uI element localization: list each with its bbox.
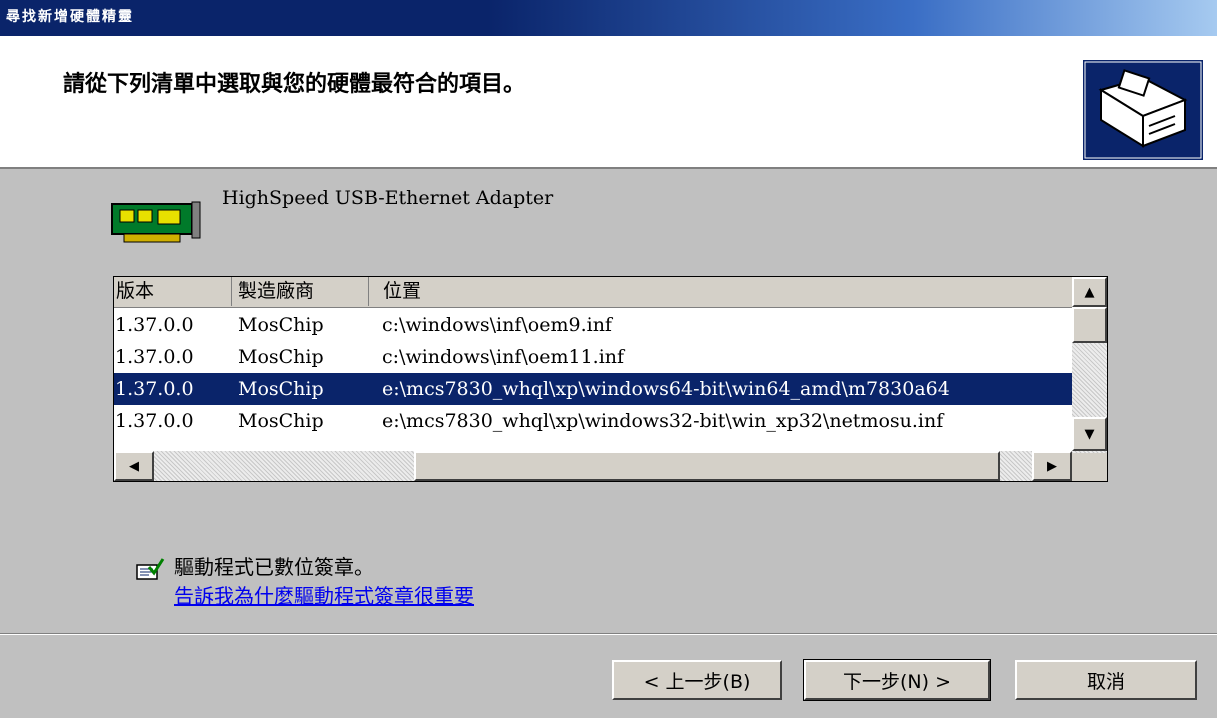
wizard-header: 請從下列清單中選取與您的硬體最符合的項目。 <box>0 36 1217 169</box>
driver-version: 1.37.0.0 <box>115 346 194 368</box>
driver-row-selected[interactable]: 1.37.0.0 MosChip e:\mcs7830_whql\xp\wind… <box>114 373 1072 405</box>
signed-driver-icon <box>135 557 165 587</box>
driver-version: 1.37.0.0 <box>115 410 194 432</box>
driver-location: e:\mcs7830_whql\xp\windows32-bit\win_xp3… <box>382 410 944 432</box>
driver-location: c:\windows\inf\oem9.inf <box>382 314 612 336</box>
scrollbar-corner <box>1072 453 1107 481</box>
driver-manufacturer: MosChip <box>238 410 324 432</box>
vertical-scroll-thumb[interactable] <box>1072 307 1107 343</box>
column-header-version[interactable]: 版本 <box>114 277 232 306</box>
column-header-manufacturer[interactable]: 製造廠商 <box>232 277 369 306</box>
scroll-left-arrow-icon[interactable]: ◀ <box>114 451 154 481</box>
signature-status: 驅動程式已數位簽章。 <box>174 555 374 579</box>
cancel-button[interactable]: 取消 <box>1015 660 1197 700</box>
vertical-scrollbar[interactable]: ▲ ▼ <box>1072 277 1107 453</box>
driver-row[interactable]: 1.37.0.0 MosChip e:\mcs7830_whql\xp\wind… <box>114 405 1072 437</box>
title-bar: 尋找新增硬體精靈 <box>0 0 1217 36</box>
driver-manufacturer: MosChip <box>238 378 324 400</box>
scroll-down-arrow-icon[interactable]: ▼ <box>1072 417 1107 451</box>
scroll-up-arrow-icon[interactable]: ▲ <box>1072 277 1107 307</box>
device-name: HighSpeed USB-Ethernet Adapter <box>222 187 554 209</box>
window-title: 尋找新增硬體精靈 <box>6 9 134 25</box>
network-card-icon <box>110 200 202 250</box>
page-instruction: 請從下列清單中選取與您的硬體最符合的項目。 <box>63 72 526 97</box>
driver-row[interactable]: 1.37.0.0 MosChip c:\windows\inf\oem9.inf <box>114 309 1072 341</box>
driver-manufacturer: MosChip <box>238 314 324 336</box>
driver-location: e:\mcs7830_whql\xp\windows64-bit\win64_a… <box>382 378 950 400</box>
horizontal-scroll-thumb[interactable] <box>414 451 1000 481</box>
signature-info-link[interactable]: 告訴我為什麼驅動程式簽章很重要 <box>174 580 474 609</box>
driver-location: c:\windows\inf\oem11.inf <box>382 346 625 368</box>
driver-version: 1.37.0.0 <box>115 314 194 336</box>
driver-list-header: 版本 製造廠商 位置 <box>114 277 1072 308</box>
next-button[interactable]: 下一步(N) > <box>803 659 991 701</box>
scroll-right-arrow-icon[interactable]: ▶ <box>1032 451 1072 481</box>
driver-list[interactable]: 版本 製造廠商 位置 1.37.0.0 MosChip c:\windows\i… <box>113 276 1108 482</box>
horizontal-scrollbar[interactable]: ◀ ▶ <box>114 451 1072 481</box>
driver-manufacturer: MosChip <box>238 346 324 368</box>
column-header-location[interactable]: 位置 <box>369 277 1072 306</box>
footer-separator <box>0 633 1217 635</box>
hardware-install-icon <box>1083 60 1203 164</box>
driver-row[interactable]: 1.37.0.0 MosChip c:\windows\inf\oem11.in… <box>114 341 1072 373</box>
back-button[interactable]: < 上一步(B) <box>612 660 782 700</box>
driver-version: 1.37.0.0 <box>115 378 194 400</box>
